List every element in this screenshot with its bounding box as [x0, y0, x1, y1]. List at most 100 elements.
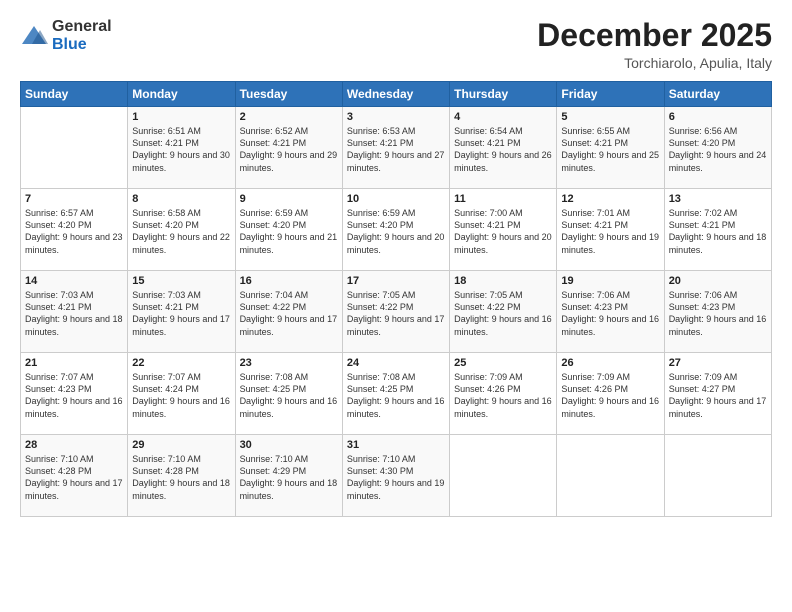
cell-content: Sunrise: 7:10 AMSunset: 4:30 PMDaylight:…: [347, 453, 445, 502]
calendar-week-4: 21 Sunrise: 7:07 AMSunset: 4:23 PMDayligh…: [21, 353, 772, 435]
calendar-week-3: 14Sunrise: 7:03 AMSunset: 4:21 PMDayligh…: [21, 271, 772, 353]
cell-content: Sunrise: 7:09 AMSunset: 4:26 PMDaylight:…: [454, 371, 552, 420]
day-number: 2: [240, 111, 338, 123]
calendar-week-5: 28 Sunrise: 7:10 AMSunset: 4:28 PMDayligh…: [21, 435, 772, 517]
day-number: 19: [561, 275, 659, 287]
logo-blue-text: Blue: [52, 36, 112, 54]
col-tuesday: Tuesday: [235, 82, 342, 107]
cell-content: Sunrise: 7:05 AMSunset: 4:22 PMDaylight:…: [454, 289, 552, 338]
table-row: 6Sunrise: 6:56 AMSunset: 4:20 PMDaylight…: [664, 107, 771, 189]
day-number: 26: [561, 357, 659, 369]
day-number: 21: [25, 357, 123, 369]
day-number: 16: [240, 275, 338, 287]
table-row: 2 Sunrise: 6:52 AMSunset: 4:21 PMDaylight…: [235, 107, 342, 189]
day-number: 29: [132, 439, 230, 451]
day-number: 22: [132, 357, 230, 369]
calendar-week-1: 1 Sunrise: 6:51 AMSunset: 4:21 PMDaylight…: [21, 107, 772, 189]
table-row: 7 Sunrise: 6:57 AMSunset: 4:20 PMDaylight…: [21, 189, 128, 271]
location: Torchiarolo, Apulia, Italy: [537, 55, 772, 71]
table-row: 14Sunrise: 7:03 AMSunset: 4:21 PMDayligh…: [21, 271, 128, 353]
day-number: 8: [132, 193, 230, 205]
header: General Blue December 2025 Torchiarolo, …: [20, 18, 772, 71]
table-row: 19 Sunrise: 7:06 AMSunset: 4:23 PMDayligh…: [557, 271, 664, 353]
cell-content: Sunrise: 7:10 AMSunset: 4:28 PMDaylight:…: [132, 453, 230, 502]
table-row: 23Sunrise: 7:08 AMSunset: 4:25 PMDayligh…: [235, 353, 342, 435]
cell-content: Sunrise: 6:55 AMSunset: 4:21 PMDaylight:…: [561, 125, 659, 174]
logo: General Blue: [20, 18, 112, 53]
cell-content: Sunrise: 7:08 AMSunset: 4:25 PMDaylight:…: [347, 371, 445, 420]
day-number: 4: [454, 111, 552, 123]
table-row: 24 Sunrise: 7:08 AMSunset: 4:25 PMDayligh…: [342, 353, 449, 435]
col-friday: Friday: [557, 82, 664, 107]
day-number: 24: [347, 357, 445, 369]
table-row: 5Sunrise: 6:55 AMSunset: 4:21 PMDaylight…: [557, 107, 664, 189]
page: General Blue December 2025 Torchiarolo, …: [0, 0, 792, 612]
day-number: 1: [132, 111, 230, 123]
day-number: 7: [25, 193, 123, 205]
table-row: 17Sunrise: 7:05 AMSunset: 4:22 PMDayligh…: [342, 271, 449, 353]
day-number: 12: [561, 193, 659, 205]
cell-content: Sunrise: 7:02 AMSunset: 4:21 PMDaylight:…: [669, 207, 767, 256]
table-row: 3Sunrise: 6:53 AMSunset: 4:21 PMDaylight…: [342, 107, 449, 189]
table-row: [21, 107, 128, 189]
day-number: 9: [240, 193, 338, 205]
cell-content: Sunrise: 6:57 AMSunset: 4:20 PMDaylight:…: [25, 207, 123, 256]
cell-content: Sunrise: 7:01 AMSunset: 4:21 PMDaylight:…: [561, 207, 659, 256]
cell-content: Sunrise: 6:59 AMSunset: 4:20 PMDaylight:…: [240, 207, 338, 256]
table-row: 1 Sunrise: 6:51 AMSunset: 4:21 PMDaylight…: [128, 107, 235, 189]
day-number: 30: [240, 439, 338, 451]
cell-content: Sunrise: 6:58 AMSunset: 4:20 PMDaylight:…: [132, 207, 230, 256]
day-number: 28: [25, 439, 123, 451]
cell-content: Sunrise: 7:09 AMSunset: 4:26 PMDaylight:…: [561, 371, 659, 420]
table-row: 10Sunrise: 6:59 AMSunset: 4:20 PMDayligh…: [342, 189, 449, 271]
logo-text: General Blue: [52, 18, 112, 53]
table-row: [450, 435, 557, 517]
cell-content: Sunrise: 7:06 AMSunset: 4:23 PMDaylight:…: [669, 289, 767, 338]
day-number: 11: [454, 193, 552, 205]
day-number: 18: [454, 275, 552, 287]
table-row: 18 Sunrise: 7:05 AMSunset: 4:22 PMDayligh…: [450, 271, 557, 353]
table-row: 9 Sunrise: 6:59 AMSunset: 4:20 PMDaylight…: [235, 189, 342, 271]
day-number: 20: [669, 275, 767, 287]
day-number: 31: [347, 439, 445, 451]
logo-icon: [20, 22, 48, 50]
day-number: 15: [132, 275, 230, 287]
table-row: 11Sunrise: 7:00 AMSunset: 4:21 PMDayligh…: [450, 189, 557, 271]
table-row: 22Sunrise: 7:07 AMSunset: 4:24 PMDayligh…: [128, 353, 235, 435]
cell-content: Sunrise: 7:07 AMSunset: 4:23 PMDaylight:…: [25, 371, 123, 420]
table-row: 15Sunrise: 7:03 AMSunset: 4:21 PMDayligh…: [128, 271, 235, 353]
table-row: 28 Sunrise: 7:10 AMSunset: 4:28 PMDayligh…: [21, 435, 128, 517]
cell-content: Sunrise: 7:05 AMSunset: 4:22 PMDaylight:…: [347, 289, 445, 338]
table-row: 13 Sunrise: 7:02 AMSunset: 4:21 PMDayligh…: [664, 189, 771, 271]
cell-content: Sunrise: 7:06 AMSunset: 4:23 PMDaylight:…: [561, 289, 659, 338]
cell-content: Sunrise: 6:51 AMSunset: 4:21 PMDaylight:…: [132, 125, 230, 174]
table-row: 16 Sunrise: 7:04 AMSunset: 4:22 PMDayligh…: [235, 271, 342, 353]
logo-general-text: General: [52, 18, 112, 36]
table-row: 20 Sunrise: 7:06 AMSunset: 4:23 PMDayligh…: [664, 271, 771, 353]
cell-content: Sunrise: 6:52 AMSunset: 4:21 PMDaylight:…: [240, 125, 338, 174]
cell-content: Sunrise: 6:54 AMSunset: 4:21 PMDaylight:…: [454, 125, 552, 174]
day-number: 3: [347, 111, 445, 123]
table-row: 12 Sunrise: 7:01 AMSunset: 4:21 PMDayligh…: [557, 189, 664, 271]
col-saturday: Saturday: [664, 82, 771, 107]
cell-content: Sunrise: 7:04 AMSunset: 4:22 PMDaylight:…: [240, 289, 338, 338]
calendar-week-2: 7 Sunrise: 6:57 AMSunset: 4:20 PMDaylight…: [21, 189, 772, 271]
title-block: December 2025 Torchiarolo, Apulia, Italy: [537, 18, 772, 71]
cell-content: Sunrise: 7:09 AMSunset: 4:27 PMDaylight:…: [669, 371, 767, 420]
table-row: [557, 435, 664, 517]
col-sunday: Sunday: [21, 82, 128, 107]
table-row: 4 Sunrise: 6:54 AMSunset: 4:21 PMDaylight…: [450, 107, 557, 189]
col-thursday: Thursday: [450, 82, 557, 107]
month-title: December 2025: [537, 18, 772, 53]
cell-content: Sunrise: 7:08 AMSunset: 4:25 PMDaylight:…: [240, 371, 338, 420]
calendar-header-row: Sunday Monday Tuesday Wednesday Thursday…: [21, 82, 772, 107]
table-row: 26 Sunrise: 7:09 AMSunset: 4:26 PMDayligh…: [557, 353, 664, 435]
day-number: 14: [25, 275, 123, 287]
table-row: [664, 435, 771, 517]
cell-content: Sunrise: 7:10 AMSunset: 4:29 PMDaylight:…: [240, 453, 338, 502]
cell-content: Sunrise: 6:56 AMSunset: 4:20 PMDaylight:…: [669, 125, 767, 174]
table-row: 27Sunrise: 7:09 AMSunset: 4:27 PMDayligh…: [664, 353, 771, 435]
cell-content: Sunrise: 7:10 AMSunset: 4:28 PMDaylight:…: [25, 453, 123, 502]
col-wednesday: Wednesday: [342, 82, 449, 107]
day-number: 13: [669, 193, 767, 205]
